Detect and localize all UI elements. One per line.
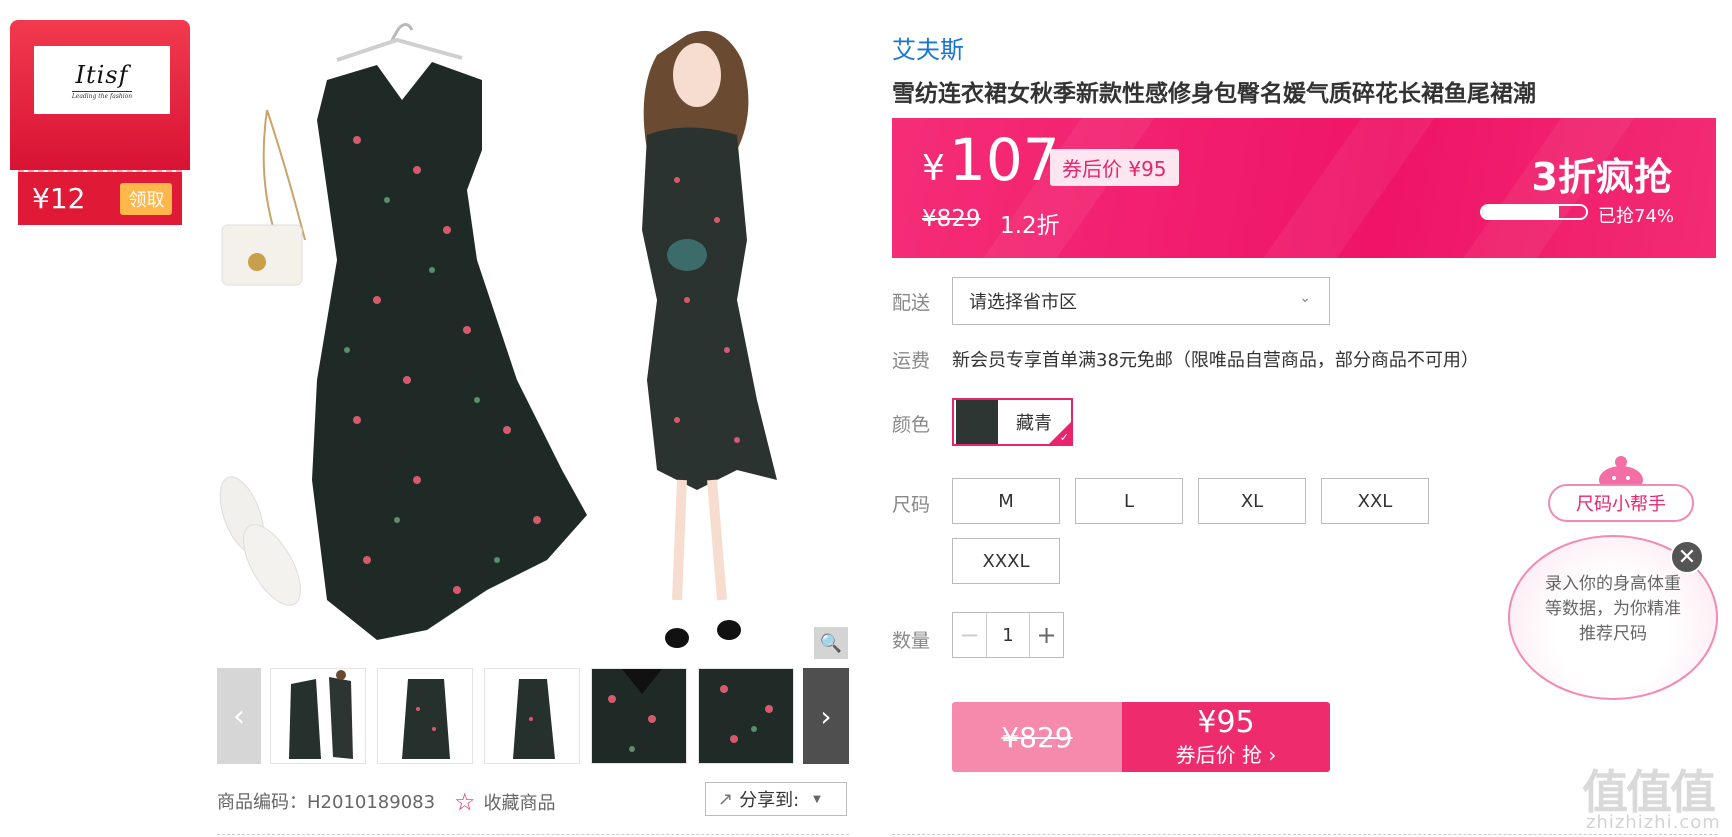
thumbnail[interactable] xyxy=(698,668,794,764)
chevron-down-icon: ⌄ xyxy=(1299,290,1311,306)
color-label: 颜色 xyxy=(892,414,931,436)
product-title: 雪纺连衣裙女秋季新款性感修身包臀名媛气质碎花长裙鱼尾裙潮 xyxy=(892,81,1536,107)
quantity-label: 数量 xyxy=(892,630,931,652)
original-price: ¥829 xyxy=(922,206,981,232)
chevron-left-icon: ‹ xyxy=(233,698,245,734)
main-product-image[interactable] xyxy=(217,0,847,660)
magnifier-icon: 🔍 xyxy=(819,632,843,654)
watermark-url: zhizhizhi.com xyxy=(1586,812,1721,833)
size-helper-button[interactable]: 尺码小帮手 xyxy=(1548,484,1694,522)
zoom-button[interactable]: 🔍 xyxy=(814,627,848,659)
shipping-label: 运费 xyxy=(892,350,931,372)
watermark: 值值值 zhizhizhi.com xyxy=(1582,756,1728,833)
store-coupon: Itisf Leading the fashion ¥12 领取 xyxy=(10,20,190,225)
size-label: 尺码 xyxy=(892,494,931,516)
divider xyxy=(892,834,1717,835)
thumbnail[interactable] xyxy=(270,668,366,764)
price-banner: ¥ 107 券后价 ¥95 ¥829 1.2折 3折疯抢 已抢74% xyxy=(892,118,1716,258)
coupon-footer: ¥12 领取 xyxy=(18,172,182,225)
share-button[interactable]: ↗ 分享到: ▼ xyxy=(705,782,847,816)
sold-percentage: 已抢74% xyxy=(1598,206,1675,227)
coupon-amount: ¥12 xyxy=(32,182,86,215)
buy-label: 券后价 抢 › xyxy=(1175,743,1277,767)
buy-coupon-price: ¥95 券后价 抢 › xyxy=(1122,702,1330,772)
brand-logo-tagline: Leading the fashion xyxy=(71,90,133,100)
check-icon: ✓ xyxy=(1059,431,1069,444)
brand-link[interactable]: 艾夫斯 xyxy=(892,30,964,65)
decrease-button[interactable]: − xyxy=(953,613,987,657)
region-select-value: 请选择省市区 xyxy=(969,292,1077,313)
share-icon: ↗ xyxy=(718,788,734,810)
caret-down-icon: ▼ xyxy=(813,793,821,805)
quantity-value[interactable]: 1 xyxy=(987,613,1029,657)
favorite-label: 收藏商品 xyxy=(483,793,556,814)
thumbnail-prev-button[interactable]: ‹ xyxy=(217,668,261,764)
delivery-label: 配送 xyxy=(892,292,931,314)
sold-progress-bar xyxy=(1480,204,1588,220)
thumbnail-next-button[interactable]: › xyxy=(803,668,849,764)
thumbnail[interactable] xyxy=(591,668,687,764)
close-icon[interactable]: ✕ xyxy=(1670,540,1704,574)
product-meta-row: 商品编码：H2010189083 ☆ 收藏商品 ↗ 分享到: ▼ xyxy=(217,782,849,816)
shipping-info: 新会员专享首单满38元免邮（限唯品自营商品，部分商品不可用） xyxy=(952,350,1479,371)
size-helper-text: 录入你的身高体重等数据，为你精准推荐尺码 xyxy=(1545,574,1681,644)
sold-progress-fill xyxy=(1482,206,1559,218)
size-option-xxxl[interactable]: XXXL xyxy=(952,538,1060,584)
favorite-button[interactable]: ☆ 收藏商品 xyxy=(454,788,556,816)
after-coupon-price: 券后价 ¥95 xyxy=(1050,149,1179,186)
increase-button[interactable]: + xyxy=(1029,613,1063,657)
color-option-label: 藏青 xyxy=(1016,413,1052,434)
current-price: 107 xyxy=(949,126,1060,194)
thumbnail[interactable] xyxy=(484,668,580,764)
discount-rate: 1.2折 xyxy=(1000,213,1060,239)
coupon-header: Itisf Leading the fashion xyxy=(10,20,190,170)
size-option-l[interactable]: L xyxy=(1075,478,1183,524)
size-option-xl[interactable]: XL xyxy=(1198,478,1306,524)
thumbnail-strip: ‹ › xyxy=(217,668,849,766)
quantity-stepper: − 1 + xyxy=(952,612,1064,658)
share-label: 分享到: xyxy=(739,790,800,811)
buy-button[interactable]: ¥829 ¥95 券后价 抢 › xyxy=(952,702,1330,772)
star-icon: ☆ xyxy=(454,788,476,816)
buy-original-price: ¥829 xyxy=(952,702,1122,772)
brand-logo: Itisf Leading the fashion xyxy=(34,46,170,114)
promo-title: 3折疯抢 xyxy=(1531,155,1672,199)
thumbnail[interactable] xyxy=(377,668,473,764)
product-code: 商品编码：H2010189083 xyxy=(217,792,436,813)
size-option-m[interactable]: M xyxy=(952,478,1060,524)
brand-logo-text: Itisf xyxy=(75,60,129,89)
claim-coupon-button[interactable]: 领取 xyxy=(120,182,173,215)
divider xyxy=(217,834,849,835)
region-select[interactable]: 请选择省市区 ⌄ xyxy=(952,277,1330,325)
size-option-xxl[interactable]: XXL xyxy=(1321,478,1429,524)
chevron-right-icon: › xyxy=(820,699,832,733)
color-option[interactable]: 藏青 ✓ xyxy=(952,398,1073,446)
color-swatch xyxy=(956,400,998,444)
buy-price: ¥95 xyxy=(1197,705,1255,740)
currency-symbol: ¥ xyxy=(922,148,945,189)
